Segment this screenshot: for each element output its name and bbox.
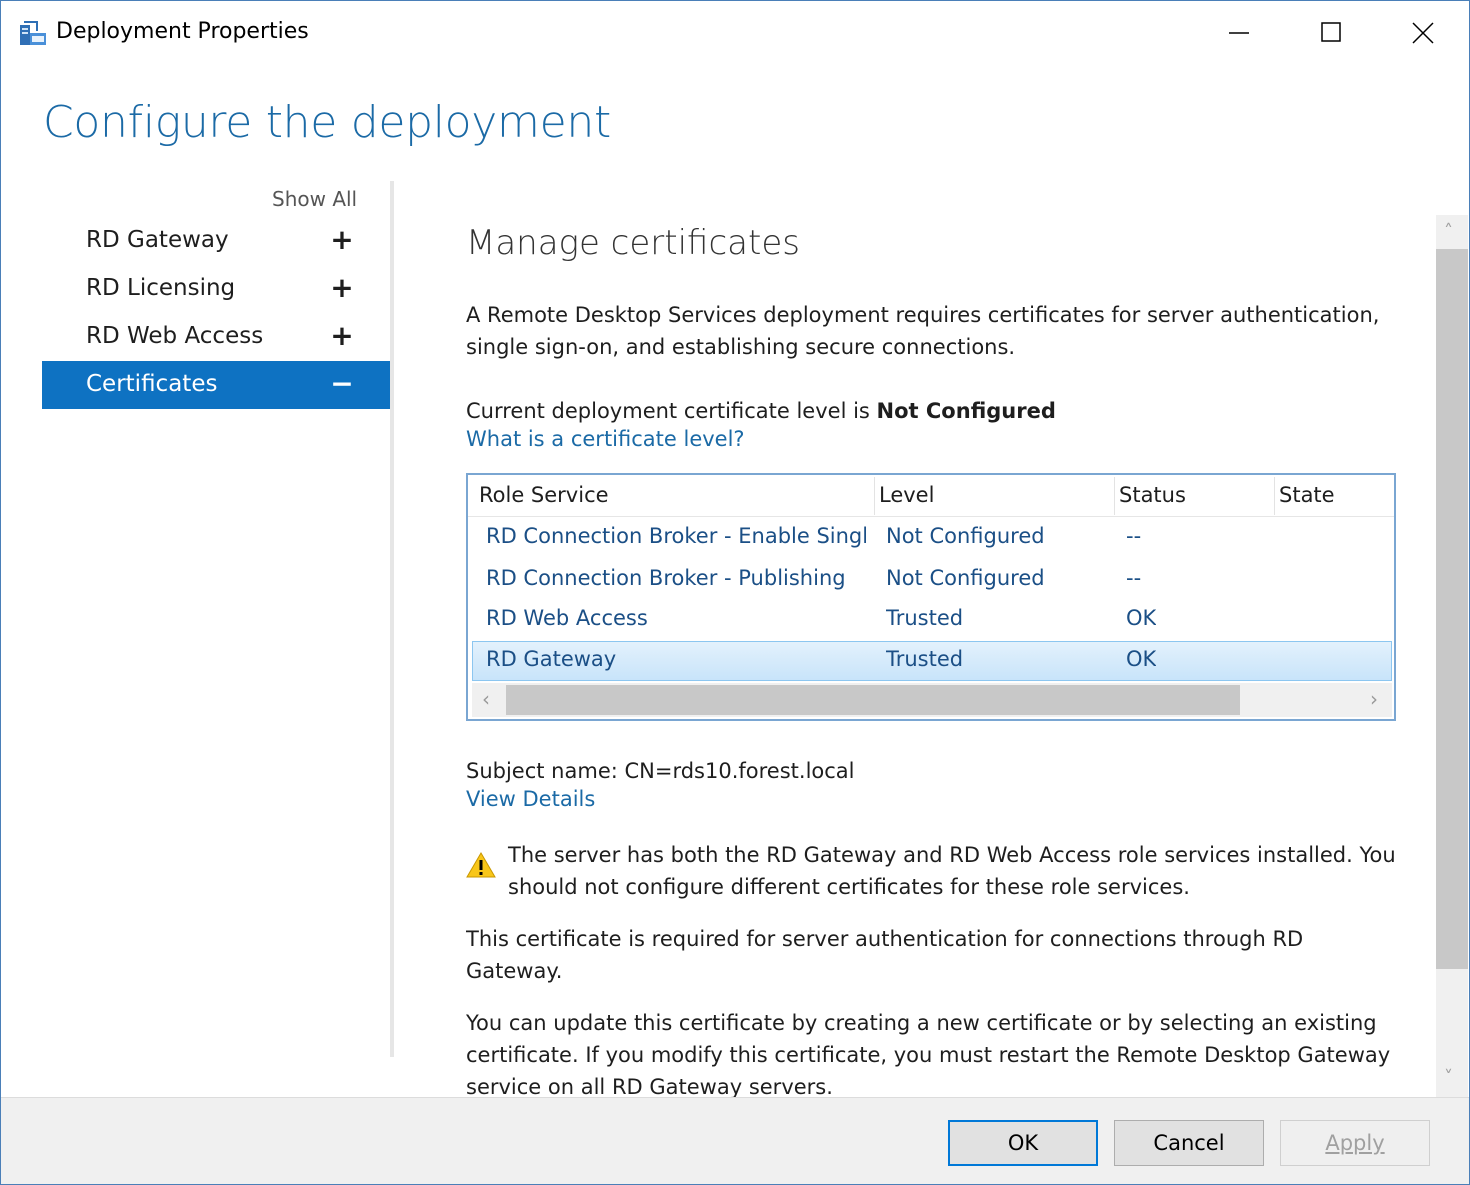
sidebar-item-label: RD Gateway — [86, 227, 229, 253]
window-title: Deployment Properties — [56, 19, 309, 44]
nav-divider — [390, 181, 394, 1057]
maximize-button[interactable] — [1285, 1, 1377, 65]
deployment-properties-window: Deployment Properties Configure the depl… — [0, 0, 1470, 1185]
page-title: Configure the deployment — [43, 97, 611, 148]
show-all-link[interactable]: Show All — [272, 187, 357, 211]
title-bar: Deployment Properties — [1, 1, 1469, 65]
section-title: Manage certificates — [466, 223, 800, 263]
cell-level: Not Configured — [886, 524, 1045, 548]
certificate-grid[interactable]: Role Service Level Status State RD Conne… — [466, 473, 1396, 721]
warning-text: The server has both the RD Gateway and R… — [508, 843, 1396, 899]
vertical-scroll-thumb[interactable] — [1436, 249, 1468, 969]
cell-status: -- — [1126, 566, 1142, 590]
view-details-link[interactable]: View Details — [466, 787, 595, 811]
minimize-button[interactable] — [1193, 1, 1285, 65]
scroll-down-icon[interactable]: ˅ — [1444, 1067, 1453, 1088]
scroll-left-icon[interactable]: ‹ — [482, 687, 490, 711]
certificate-level-prefix: Current deployment certificate level is — [466, 399, 877, 423]
scroll-up-icon[interactable]: ˄ — [1444, 221, 1453, 242]
horizontal-scrollbar[interactable]: ‹ › — [472, 683, 1392, 717]
sidebar-item-label: RD Web Access — [86, 323, 264, 349]
collapse-minus-icon: − — [330, 367, 354, 400]
vertical-scrollbar[interactable]: ˄ ˅ — [1436, 215, 1468, 1097]
cancel-button[interactable]: Cancel — [1114, 1120, 1264, 1166]
sidebar-item-rd-gateway[interactable]: RD Gateway + — [42, 217, 390, 265]
table-row-selected[interactable]: RD Gateway Trusted OK — [472, 641, 1392, 681]
close-button[interactable] — [1377, 1, 1469, 65]
column-separator — [1114, 477, 1115, 515]
subject-name-text: Subject name: CN=rds10.forest.local — [466, 759, 855, 783]
sidebar-nav: RD Gateway + RD Licensing + RD Web Acces… — [42, 217, 390, 409]
cell-level: Trusted — [886, 606, 964, 630]
cell-status: OK — [1126, 647, 1157, 671]
minimize-icon — [1229, 32, 1249, 34]
cell-role-service: RD Web Access — [486, 606, 648, 630]
expand-plus-icon: + — [330, 319, 354, 352]
expand-plus-icon: + — [330, 271, 354, 304]
expand-plus-icon: + — [330, 223, 354, 256]
update-text: You can update this certificate by creat… — [466, 1011, 1391, 1097]
sidebar-item-rd-web-access[interactable]: RD Web Access + — [42, 313, 390, 361]
warning-icon — [466, 852, 496, 878]
grid-header: Role Service Level Status State — [468, 475, 1394, 517]
column-header-status[interactable]: Status — [1119, 483, 1186, 507]
close-icon — [1412, 22, 1434, 44]
column-header-state[interactable]: State — [1279, 483, 1335, 507]
certificate-level-link[interactable]: What is a certificate level? — [466, 427, 745, 451]
certificate-level-value: Not Configured — [876, 399, 1056, 423]
maximize-icon — [1321, 22, 1341, 42]
cell-status: -- — [1126, 524, 1142, 548]
content-pane: Manage certificates A Remote Desktop Ser… — [466, 215, 1426, 1097]
cell-level: Not Configured — [886, 566, 1045, 590]
table-row[interactable]: RD Connection Broker - Publishing Not Co… — [472, 561, 1392, 601]
required-text: This certificate is required for server … — [466, 927, 1304, 983]
table-row[interactable]: RD Connection Broker - Enable Single Sig… — [472, 519, 1392, 559]
server-manager-icon — [20, 21, 46, 45]
sidebar-item-label: RD Licensing — [86, 275, 236, 301]
column-separator — [874, 477, 875, 515]
cell-level: Trusted — [886, 647, 964, 671]
dialog-footer: OK Cancel Apply — [1, 1097, 1469, 1184]
apply-button[interactable]: Apply — [1280, 1120, 1430, 1166]
certificate-level-text: Current deployment certificate level is … — [466, 395, 1386, 427]
cell-role-service: RD Gateway — [486, 647, 617, 671]
sidebar-item-label: Certificates — [86, 371, 218, 397]
column-separator — [1274, 477, 1275, 515]
sidebar-item-certificates[interactable]: Certificates − — [42, 361, 390, 409]
column-header-level[interactable]: Level — [879, 483, 934, 507]
cell-role-service: RD Connection Broker - Enable Single Sig… — [486, 524, 866, 548]
intro-text: A Remote Desktop Services deployment req… — [466, 303, 1380, 359]
cell-role-service: RD Connection Broker - Publishing — [486, 566, 846, 590]
horizontal-scroll-thumb[interactable] — [506, 685, 1240, 715]
sidebar-item-rd-licensing[interactable]: RD Licensing + — [42, 265, 390, 313]
scroll-right-icon[interactable]: › — [1370, 687, 1378, 711]
cell-status: OK — [1126, 606, 1157, 630]
ok-button[interactable]: OK — [948, 1120, 1098, 1166]
column-header-role-service[interactable]: Role Service — [479, 483, 609, 507]
table-row[interactable]: RD Web Access Trusted OK — [472, 601, 1392, 641]
